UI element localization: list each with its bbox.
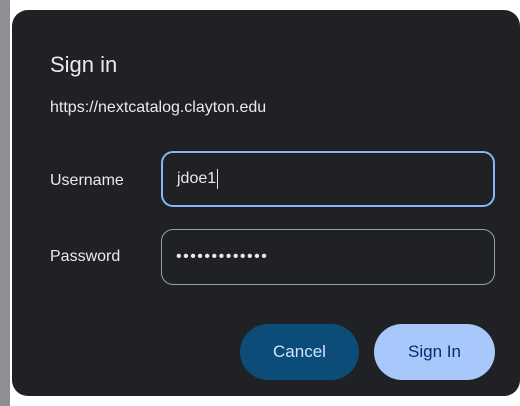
password-label: Password [50, 248, 121, 265]
username-label: Username [50, 172, 124, 189]
cancel-button[interactable]: Cancel [240, 324, 359, 380]
dialog-title: Sign in [50, 52, 118, 77]
sign-in-dialog: Sign in https://nextcatalog.clayton.edu … [12, 10, 520, 396]
password-masked-value: ••••••••••••• [176, 248, 269, 265]
username-input[interactable]: jdoe1 [161, 151, 495, 207]
site-url: https://nextcatalog.clayton.edu [50, 99, 267, 116]
password-input[interactable]: ••••••••••••• [161, 229, 495, 285]
sign-in-button[interactable]: Sign In [374, 324, 495, 380]
username-value: jdoe1 [177, 170, 217, 187]
text-caret [217, 169, 219, 189]
background-window-edge [0, 0, 10, 406]
